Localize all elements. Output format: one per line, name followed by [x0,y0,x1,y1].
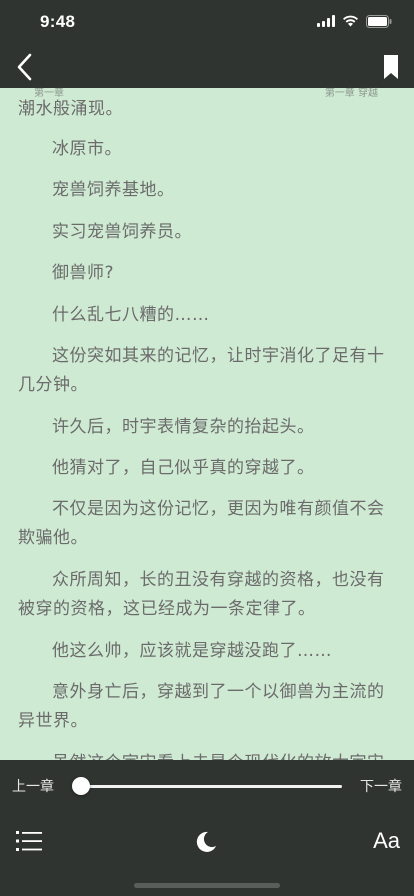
nav-bar: 第一章 第一章 穿越 [0,44,414,99]
progress-slider-track[interactable] [80,785,342,788]
paragraph: 实习宠兽饲养员。 [52,222,192,242]
paragraph: 意外身亡后，穿越到了一个以御兽为主流的异世界。 [18,682,385,731]
bookmark-button[interactable] [382,54,400,80]
prev-chapter-button[interactable]: 上一章 [12,776,54,796]
chapter-label-left: 第一章 [34,88,64,99]
reader-toolbar: Aa [0,820,414,868]
paragraph: 他猜对了，自己似乎真的穿越了。 [52,458,315,478]
paragraph: 什么乱七八糟的…… [52,305,210,325]
paragraph: 御兽师? [52,263,115,283]
paragraph: 这份突如其来的记忆，让时宇消化了足有十几分钟。 [18,346,385,395]
paragraph: 许久后，时宇表情复杂的抬起头。 [52,417,315,437]
toc-button[interactable] [16,830,42,852]
bottom-bar: 上一章 下一章 Aa [0,760,414,896]
paragraph: 他这么帅，应该就是穿越没跑了…… [52,641,332,661]
night-mode-button[interactable] [194,830,218,854]
font-settings-button[interactable]: Aa [373,828,400,854]
paragraph: 不仅是因为这份记忆，更因为唯有颜值不会欺骗他。 [18,499,385,548]
wifi-icon [343,15,358,27]
paragraph: 宠兽饲养基地。 [52,180,175,200]
chapter-label-right: 第一章 穿越 [324,88,378,99]
chevron-left-icon [17,53,32,81]
signal-icon [317,15,335,27]
status-time: 9:48 [40,12,76,31]
next-chapter-button[interactable]: 下一章 [360,776,402,796]
status-icons [317,14,392,28]
home-indicator [134,883,280,888]
paragraph: 众所周知，长的丑没有穿越的资格，也没有被穿的资格，这已经成为一条定律了。 [18,570,385,619]
bookmark-icon [384,55,398,79]
back-button[interactable] [12,52,40,82]
list-icon [16,831,42,851]
reading-content[interactable]: 下瞬时，他的大脑猛地一抖剧痛，大量的记忆如潮水般涌现。 冰原市。 宠兽饲养基地。… [0,66,414,766]
status-bar: 9:48 [0,0,414,44]
moon-icon [196,831,216,852]
top-bar: 9:48 第一章 第一章 穿越 [0,0,414,99]
battery-icon [366,14,392,28]
paragraph: 冰原市。 [52,139,122,159]
progress-slider-thumb[interactable] [72,777,90,795]
